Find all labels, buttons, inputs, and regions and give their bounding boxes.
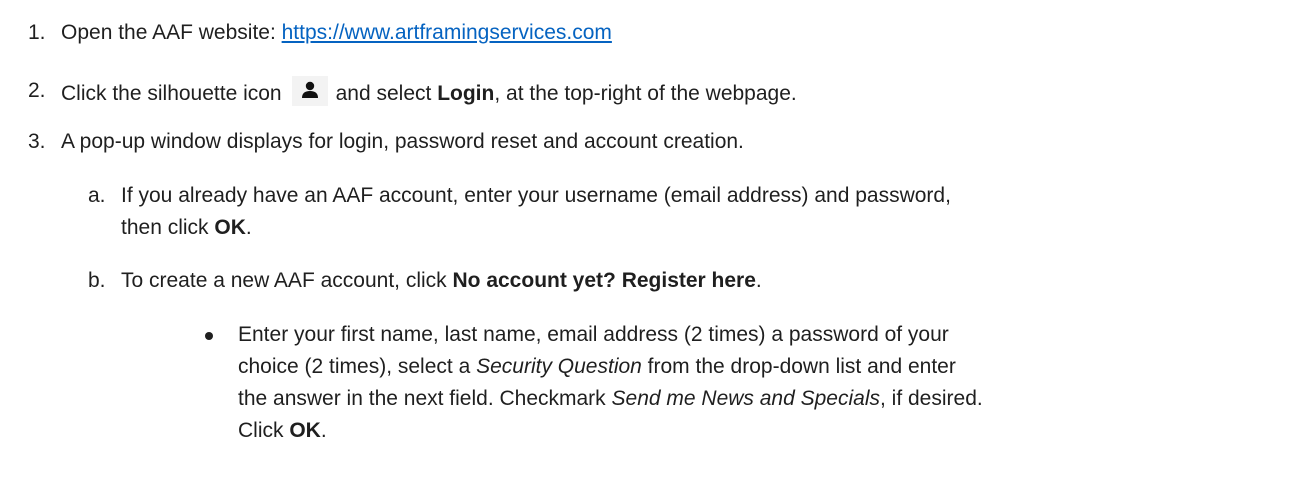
bullet-line3-prefix: the answer in the next field. Checkmark bbox=[238, 387, 612, 410]
user-silhouette-icon bbox=[291, 76, 328, 106]
substep-a-line2-suffix: . bbox=[245, 216, 252, 239]
register-label: No account yet? Register here bbox=[452, 269, 756, 292]
step-2-text-end: , at the top-right of the webpage. bbox=[494, 82, 797, 105]
ok-label: OK bbox=[289, 419, 321, 442]
substep-a-line2-prefix: then click bbox=[121, 216, 215, 239]
substep-a-line2-text: then click OK. bbox=[121, 213, 252, 243]
bullet-line4-prefix: Click bbox=[238, 419, 290, 442]
instructions-document: 1. Open the AAF website: https://www.art… bbox=[0, 0, 1306, 485]
login-label: Login bbox=[437, 82, 495, 105]
step-1-text: Open the AAF website: bbox=[61, 21, 282, 44]
substep-b-text: To create a new AAF account, click No ac… bbox=[121, 266, 762, 296]
bullet-dot bbox=[205, 332, 213, 340]
bullet-line1: Enter your first name, last name, email … bbox=[238, 323, 949, 346]
step-text: Click the silhouette icon and select Logi… bbox=[61, 76, 797, 109]
substep-b-suffix: . bbox=[755, 269, 762, 292]
bullet-line2-prefix: choice (2 times), select a bbox=[238, 355, 477, 378]
bullet-line3-suffix: , if desired. bbox=[880, 387, 983, 410]
security-question-label: Security Question bbox=[476, 355, 642, 378]
website-link[interactable]: https://www.artframingservices.com bbox=[282, 21, 612, 44]
substep-a-line1: If you already have an AAF account, ente… bbox=[121, 184, 951, 207]
bullet-line2-text: choice (2 times), select a Security Ques… bbox=[238, 352, 956, 382]
step-3-text: A pop-up window displays for login, pass… bbox=[61, 130, 744, 153]
step-text: Open the AAF website: https://www.artfra… bbox=[61, 18, 612, 48]
bullet-line4-suffix: . bbox=[320, 419, 327, 442]
step-2-text-before: Click the silhouette icon bbox=[61, 82, 282, 105]
ok-label: OK bbox=[214, 216, 246, 239]
bullet-line2-suffix: from the drop-down list and enter bbox=[641, 355, 956, 378]
substep-b-prefix: To create a new AAF account, click bbox=[121, 269, 453, 292]
news-specials-label: Send me News and Specials bbox=[611, 387, 880, 410]
bullet-line3-text: the answer in the next field. Checkmark … bbox=[238, 384, 983, 414]
bullet-line4-text: Click OK. bbox=[238, 416, 327, 446]
step-2-text-after: and select bbox=[335, 82, 438, 105]
